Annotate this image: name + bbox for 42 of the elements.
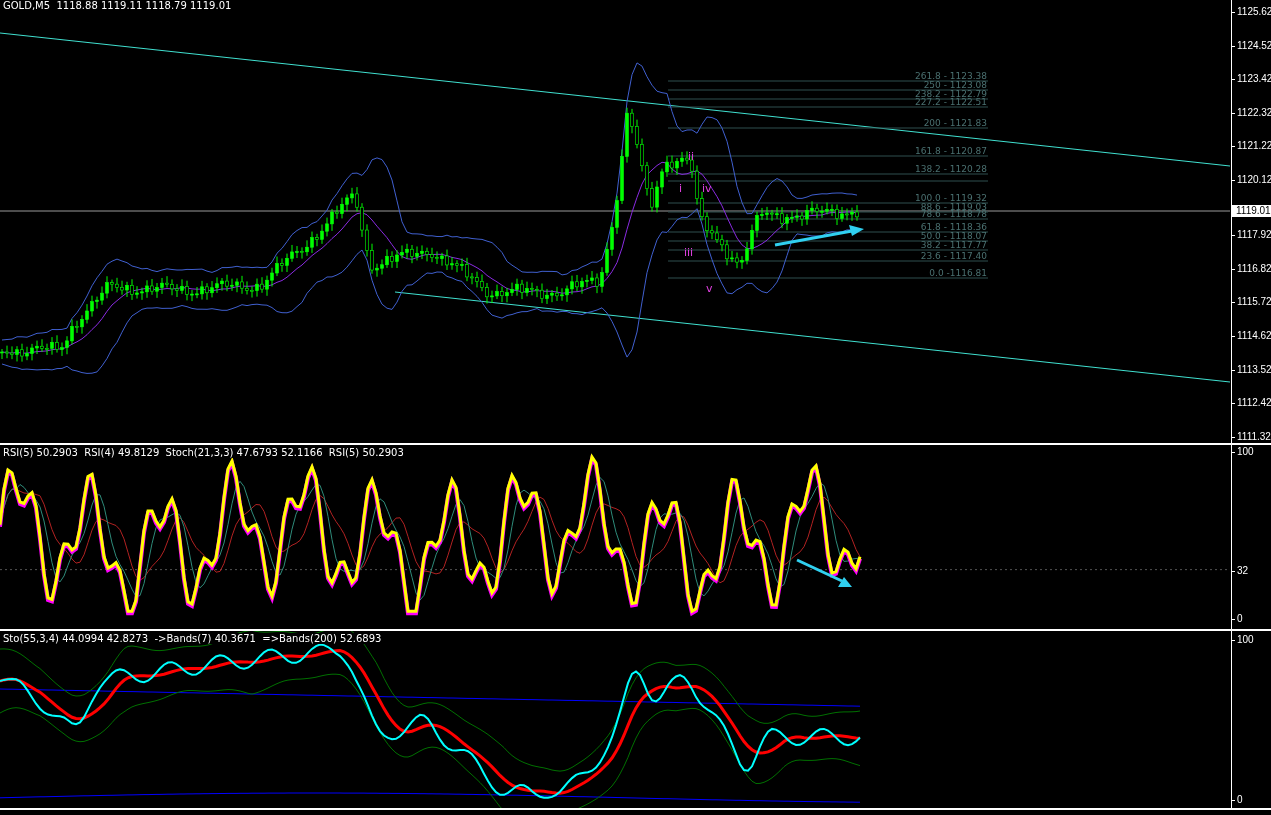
wave-label: iv [702, 182, 712, 195]
fib-level-label: 0.0 -1116.81 [929, 268, 987, 278]
scale-tick: 32 [1232, 565, 1249, 577]
price-tick: 1123.42 [1232, 73, 1271, 86]
wave-label: v [706, 282, 713, 295]
fib-level-label: 78.6 - 1118.78 [920, 209, 987, 219]
fib-level-label: 50.0 - 1118.07 [920, 231, 987, 241]
indicator-title: RSI(5) 50.2903 RSI(4) 49.8129 Stoch(21,3,3) 47.6793 52.1166 RSI(5) 50.2903 [3, 447, 404, 458]
price-tick: 1115.72 [1232, 296, 1271, 309]
wave-label: i [679, 182, 683, 195]
fib-level-label: 238.2 - 1122.79 [915, 89, 987, 99]
price-tick: 1122.32 [1232, 106, 1271, 119]
fib-level-label: 100.0 - 1119.32 [915, 193, 987, 203]
fib-level-label: 23.6 - 1117.40 [920, 251, 987, 261]
price-tick: 1121.22 [1232, 140, 1271, 153]
price-tick: 1124.52 [1232, 39, 1271, 52]
fib-level-label: 88.6 - 1119.03 [920, 202, 987, 212]
fib-level-label: 261.8 - 1123.38 [915, 71, 987, 81]
fib-level-label: 250 - 1123.08 [923, 80, 987, 90]
scale-tick: 0 [1232, 794, 1243, 806]
price-tick: 1120.12 [1232, 174, 1271, 187]
fib-level-label: 161.8 - 1120.87 [915, 146, 987, 156]
scale-tick: 0 [1232, 613, 1243, 625]
scale-tick: 100 [1232, 634, 1254, 646]
fib-level-label: 138.2 - 1120.28 [915, 164, 987, 174]
price-tick: 1114.62 [1232, 330, 1271, 343]
indicator-title: Sto(55,3,4) 44.0994 42.8273 ->Bands(7) 40.3671 =>Bands(200) 52.6893 [3, 633, 382, 644]
fib-level-label: 38.2 - 1117.77 [920, 240, 987, 250]
current-price: 1119.01 [1232, 205, 1271, 217]
fib-level-label: 61.8 - 1118.36 [920, 222, 987, 232]
fib-level-label: 227.2 - 1122.51 [915, 97, 987, 107]
price-tick: 1112.42 [1232, 397, 1271, 410]
price-tick: 1113.52 [1232, 363, 1271, 376]
scale-tick: 100 [1232, 446, 1254, 458]
wave-label: ii [688, 150, 695, 163]
chart-title: GOLD,M5 1118.88 1119.11 1118.79 1119.01 [3, 0, 232, 11]
fib-level-label: 200 - 1121.83 [923, 118, 987, 128]
price-tick: 1125.62 [1232, 6, 1271, 18]
price-tick: 1116.82 [1232, 262, 1271, 275]
wave-label: iii [684, 246, 694, 259]
price-tick: 1111.32 [1232, 430, 1271, 443]
price-tick: 1117.92 [1232, 229, 1271, 242]
